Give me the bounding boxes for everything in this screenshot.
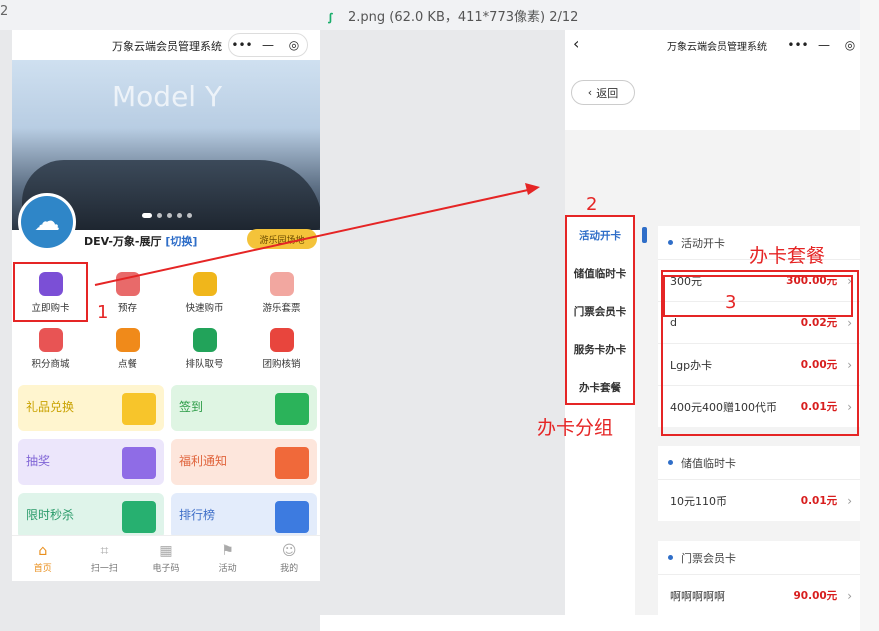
annotation-arrow <box>94 183 540 286</box>
